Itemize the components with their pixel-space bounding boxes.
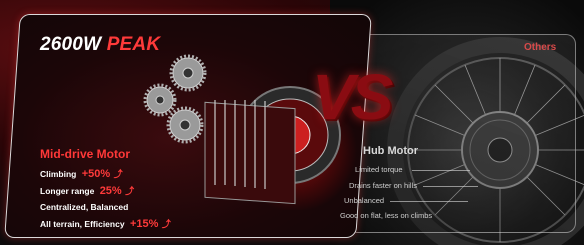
up-arrow-icon: ⤴: [125, 186, 135, 196]
callout-line: [423, 186, 478, 187]
feature-value: +15%: [129, 218, 159, 230]
feature-range: Longer range 25% ⤴: [40, 184, 134, 197]
feature-label: All terrain, Efficiency: [40, 219, 125, 229]
vs-badge: VS: [312, 61, 393, 133]
callout-line: [390, 201, 468, 202]
feature-efficiency: All terrain, Efficiency +15% ⤴: [40, 217, 171, 230]
hub-item: Limited torque: [355, 165, 403, 174]
up-arrow-icon: ⤴: [161, 219, 171, 229]
hub-item: Drains faster on hills: [349, 181, 417, 190]
feature-label: Centralized, Balanced: [40, 202, 129, 212]
hub-item: Unbalanced: [344, 196, 385, 205]
feature-value: +50%: [81, 168, 111, 180]
hub-item: Good on flat, less on climbs: [340, 211, 433, 220]
up-arrow-icon: ⤴: [113, 169, 123, 179]
feature-label: Climbing: [40, 169, 77, 179]
feature-balance: Centralized, Balanced: [40, 202, 128, 212]
headline: 2600W PEAK: [40, 34, 160, 56]
feature-label: Longer range: [40, 186, 95, 196]
feature-climbing: Climbing +50% ⤴: [40, 167, 123, 180]
headline-peak: PEAK: [106, 34, 161, 55]
hub-motor-title: Hub Motor: [363, 145, 418, 157]
comparison-banner: 2600W PEAK Mid-drive Motor Climbing +50%…: [0, 0, 584, 245]
mid-drive-title: Mid-drive Motor: [40, 147, 130, 161]
callout-line: [412, 170, 470, 171]
headline-wattage: 2600W: [40, 34, 102, 55]
feature-value: 25%: [99, 185, 122, 197]
others-label: Others: [524, 42, 557, 53]
